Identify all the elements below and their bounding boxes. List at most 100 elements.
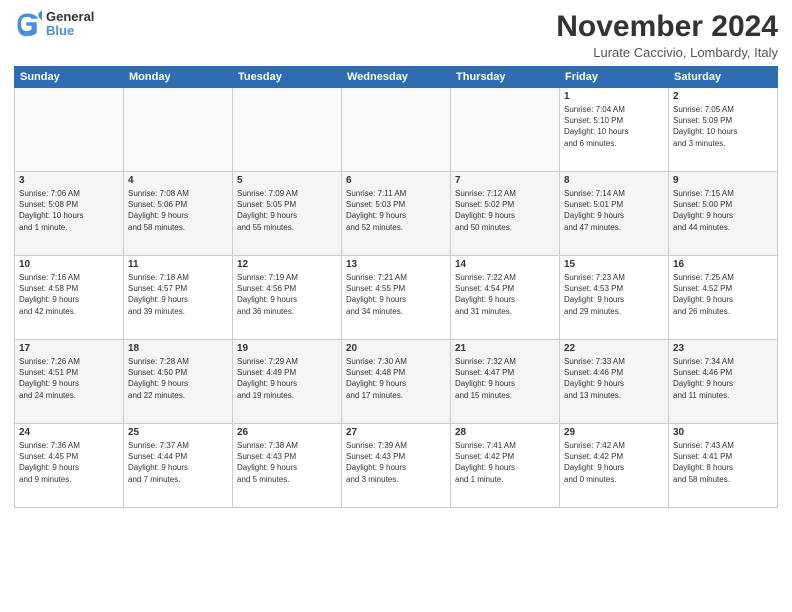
cell-0-2 — [233, 88, 342, 172]
logo-icon — [14, 10, 42, 38]
day-info-27: Sunrise: 7:39 AM Sunset: 4:43 PM Dayligh… — [346, 440, 446, 485]
day-info-14: Sunrise: 7:22 AM Sunset: 4:54 PM Dayligh… — [455, 272, 555, 317]
cell-4-4: 28 Sunrise: 7:41 AM Sunset: 4:42 PM Dayli… — [451, 424, 560, 508]
day-info-17: Sunrise: 7:26 AM Sunset: 4:51 PM Dayligh… — [19, 356, 119, 401]
day-number-22: 22 — [564, 343, 664, 354]
cell-2-4: 14 Sunrise: 7:22 AM Sunset: 4:54 PM Dayli… — [451, 256, 560, 340]
cell-1-6: 9 Sunrise: 7:15 AM Sunset: 5:00 PM Daylig… — [669, 172, 778, 256]
day-number-8: 8 — [564, 175, 664, 186]
week-row-2: 3 Sunrise: 7:06 AM Sunset: 5:08 PM Daylig… — [15, 172, 778, 256]
day-info-9: Sunrise: 7:15 AM Sunset: 5:00 PM Dayligh… — [673, 188, 773, 233]
day-info-29: Sunrise: 7:42 AM Sunset: 4:42 PM Dayligh… — [564, 440, 664, 485]
day-info-1: Sunrise: 7:04 AM Sunset: 5:10 PM Dayligh… — [564, 104, 664, 149]
cell-0-1 — [124, 88, 233, 172]
location: Lurate Caccivio, Lombardy, Italy — [556, 45, 778, 60]
day-info-10: Sunrise: 7:16 AM Sunset: 4:58 PM Dayligh… — [19, 272, 119, 317]
day-info-20: Sunrise: 7:30 AM Sunset: 4:48 PM Dayligh… — [346, 356, 446, 401]
logo-text: General Blue — [46, 10, 94, 39]
day-info-12: Sunrise: 7:19 AM Sunset: 4:56 PM Dayligh… — [237, 272, 337, 317]
cell-1-3: 6Sunrise: 7:11 AM Sunset: 5:03 PM Daylig… — [342, 172, 451, 256]
month-title: November 2024 — [556, 10, 778, 43]
day-number-7: 7 — [455, 175, 555, 186]
calendar-table: Sunday Monday Tuesday Wednesday Thursday… — [14, 66, 778, 508]
day-number-15: 15 — [564, 259, 664, 270]
col-friday: Friday — [560, 67, 669, 88]
cell-4-3: 27 Sunrise: 7:39 AM Sunset: 4:43 PM Dayli… — [342, 424, 451, 508]
cell-3-4: 21 Sunrise: 7:32 AM Sunset: 4:47 PM Dayli… — [451, 340, 560, 424]
week-row-5: 24 Sunrise: 7:36 AM Sunset: 4:45 PM Dayli… — [15, 424, 778, 508]
cell-4-2: 26Sunrise: 7:38 AM Sunset: 4:43 PM Dayli… — [233, 424, 342, 508]
day-number-5: 5 — [237, 175, 337, 186]
day-number-23: 23 — [673, 343, 773, 354]
day-info-3: Sunrise: 7:06 AM Sunset: 5:08 PM Dayligh… — [19, 188, 119, 233]
week-row-1: 1 Sunrise: 7:04 AM Sunset: 5:10 PM Daylig… — [15, 88, 778, 172]
cell-1-2: 5 Sunrise: 7:09 AM Sunset: 5:05 PM Daylig… — [233, 172, 342, 256]
day-number-28: 28 — [455, 427, 555, 438]
day-number-14: 14 — [455, 259, 555, 270]
day-info-13: Sunrise: 7:21 AM Sunset: 4:55 PM Dayligh… — [346, 272, 446, 317]
cell-2-5: 15 Sunrise: 7:23 AM Sunset: 4:53 PM Dayli… — [560, 256, 669, 340]
day-info-21: Sunrise: 7:32 AM Sunset: 4:47 PM Dayligh… — [455, 356, 555, 401]
day-info-8: Sunrise: 7:14 AM Sunset: 5:01 PM Dayligh… — [564, 188, 664, 233]
cell-4-0: 24 Sunrise: 7:36 AM Sunset: 4:45 PM Dayli… — [15, 424, 124, 508]
cell-4-5: 29 Sunrise: 7:42 AM Sunset: 4:42 PM Dayli… — [560, 424, 669, 508]
day-info-4: Sunrise: 7:08 AM Sunset: 5:06 PM Dayligh… — [128, 188, 228, 233]
cell-1-5: 8 Sunrise: 7:14 AM Sunset: 5:01 PM Daylig… — [560, 172, 669, 256]
cell-2-0: 10 Sunrise: 7:16 AM Sunset: 4:58 PM Dayli… — [15, 256, 124, 340]
col-saturday: Saturday — [669, 67, 778, 88]
day-info-18: Sunrise: 7:28 AM Sunset: 4:50 PM Dayligh… — [128, 356, 228, 401]
day-number-12: 12 — [237, 259, 337, 270]
col-tuesday: Tuesday — [233, 67, 342, 88]
day-number-2: 2 — [673, 91, 773, 102]
cell-0-0 — [15, 88, 124, 172]
cell-4-6: 30 Sunrise: 7:43 AM Sunset: 4:41 PM Dayli… — [669, 424, 778, 508]
cell-0-5: 1 Sunrise: 7:04 AM Sunset: 5:10 PM Daylig… — [560, 88, 669, 172]
day-number-30: 30 — [673, 427, 773, 438]
day-number-11: 11 — [128, 259, 228, 270]
day-info-22: Sunrise: 7:33 AM Sunset: 4:46 PM Dayligh… — [564, 356, 664, 401]
calendar-body: 1 Sunrise: 7:04 AM Sunset: 5:10 PM Daylig… — [15, 88, 778, 508]
day-info-23: Sunrise: 7:34 AM Sunset: 4:46 PM Dayligh… — [673, 356, 773, 401]
day-number-25: 25 — [128, 427, 228, 438]
day-info-30: Sunrise: 7:43 AM Sunset: 4:41 PM Dayligh… — [673, 440, 773, 485]
cell-0-4 — [451, 88, 560, 172]
cell-0-3 — [342, 88, 451, 172]
day-number-4: 4 — [128, 175, 228, 186]
day-number-20: 20 — [346, 343, 446, 354]
day-number-27: 27 — [346, 427, 446, 438]
col-thursday: Thursday — [451, 67, 560, 88]
cell-1-1: 4 Sunrise: 7:08 AM Sunset: 5:06 PM Daylig… — [124, 172, 233, 256]
day-number-19: 19 — [237, 343, 337, 354]
day-number-3: 3 — [19, 175, 119, 186]
day-info-15: Sunrise: 7:23 AM Sunset: 4:53 PM Dayligh… — [564, 272, 664, 317]
col-sunday: Sunday — [15, 67, 124, 88]
day-info-2: Sunrise: 7:05 AM Sunset: 5:09 PM Dayligh… — [673, 104, 773, 149]
day-info-28: Sunrise: 7:41 AM Sunset: 4:42 PM Dayligh… — [455, 440, 555, 485]
day-number-6: 6 — [346, 175, 446, 186]
cell-2-6: 16 Sunrise: 7:25 AM Sunset: 4:52 PM Dayli… — [669, 256, 778, 340]
day-number-24: 24 — [19, 427, 119, 438]
day-number-9: 9 — [673, 175, 773, 186]
cell-3-1: 18 Sunrise: 7:28 AM Sunset: 4:50 PM Dayli… — [124, 340, 233, 424]
cell-0-6: 2 Sunrise: 7:05 AM Sunset: 5:09 PM Daylig… — [669, 88, 778, 172]
day-number-13: 13 — [346, 259, 446, 270]
header: General Blue November 2024 Lurate Cacciv… — [14, 10, 778, 60]
day-info-19: Sunrise: 7:29 AM Sunset: 4:49 PM Dayligh… — [237, 356, 337, 401]
day-number-1: 1 — [564, 91, 664, 102]
day-info-16: Sunrise: 7:25 AM Sunset: 4:52 PM Dayligh… — [673, 272, 773, 317]
cell-3-0: 17Sunrise: 7:26 AM Sunset: 4:51 PM Dayli… — [15, 340, 124, 424]
cell-2-1: 11 Sunrise: 7:18 AM Sunset: 4:57 PM Dayli… — [124, 256, 233, 340]
day-number-10: 10 — [19, 259, 119, 270]
day-number-21: 21 — [455, 343, 555, 354]
cell-3-3: 20 Sunrise: 7:30 AM Sunset: 4:48 PM Dayli… — [342, 340, 451, 424]
cell-3-6: 23 Sunrise: 7:34 AM Sunset: 4:46 PM Dayli… — [669, 340, 778, 424]
day-info-11: Sunrise: 7:18 AM Sunset: 4:57 PM Dayligh… — [128, 272, 228, 317]
day-info-5: Sunrise: 7:09 AM Sunset: 5:05 PM Dayligh… — [237, 188, 337, 233]
day-info-24: Sunrise: 7:36 AM Sunset: 4:45 PM Dayligh… — [19, 440, 119, 485]
day-number-16: 16 — [673, 259, 773, 270]
day-number-18: 18 — [128, 343, 228, 354]
cell-2-3: 13 Sunrise: 7:21 AM Sunset: 4:55 PM Dayli… — [342, 256, 451, 340]
cell-1-4: 7Sunrise: 7:12 AM Sunset: 5:02 PM Daylig… — [451, 172, 560, 256]
day-info-26: Sunrise: 7:38 AM Sunset: 4:43 PM Dayligh… — [237, 440, 337, 485]
day-number-29: 29 — [564, 427, 664, 438]
